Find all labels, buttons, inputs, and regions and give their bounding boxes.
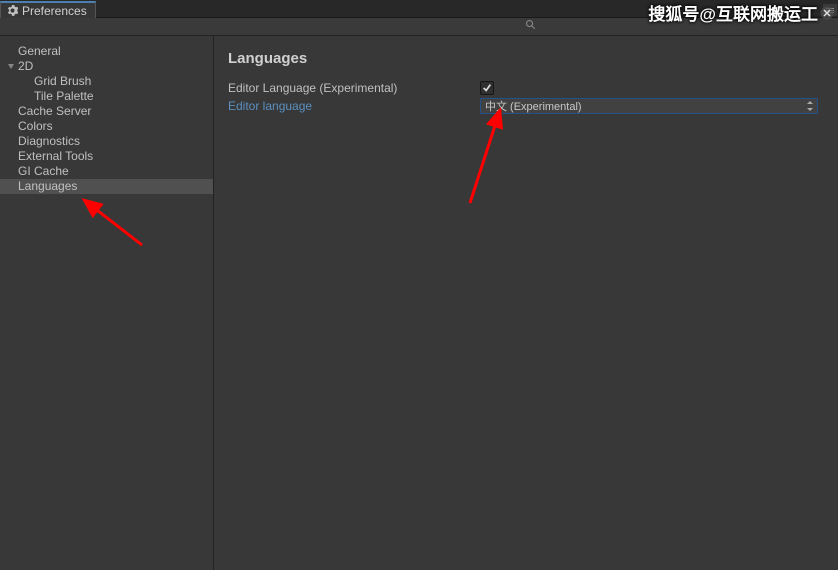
sidebar-item-languages[interactable]: Languages — [0, 179, 213, 194]
checkbox-experimental[interactable] — [480, 81, 494, 95]
dropdown-arrows-icon — [807, 100, 813, 112]
check-icon — [482, 83, 492, 93]
sidebar-item-tile-palette[interactable]: Tile Palette — [0, 89, 213, 104]
label-editor-language[interactable]: Editor language — [228, 99, 480, 113]
main-panel: Languages Editor Language (Experimental)… — [214, 36, 838, 570]
sidebar-item-gi-cache[interactable]: GI Cache — [0, 164, 213, 179]
sidebar-item-cache-server[interactable]: Cache Server — [0, 104, 213, 119]
search-icon — [525, 19, 537, 34]
sidebar-item-grid-brush[interactable]: Grid Brush — [0, 74, 213, 89]
row-experimental: Editor Language (Experimental) — [228, 79, 818, 97]
sidebar-item-2d[interactable]: 2D — [0, 59, 213, 74]
tab-preferences[interactable]: Preferences — [0, 1, 96, 18]
page-heading: Languages — [228, 50, 818, 67]
sidebar-item-colors[interactable]: Colors — [0, 119, 213, 134]
dropdown-editor-language[interactable]: 中文 (Experimental) — [480, 98, 818, 114]
row-editor-language: Editor language 中文 (Experimental) — [228, 97, 818, 115]
sidebar-item-diagnostics[interactable]: Diagnostics — [0, 134, 213, 149]
sidebar: General 2D Grid Brush Tile Palette Cache… — [0, 36, 214, 570]
sidebar-item-general[interactable]: General — [0, 44, 213, 59]
watermark: 搜狐号@互联网搬运工 — [648, 0, 834, 25]
dropdown-value: 中文 (Experimental) — [485, 98, 582, 114]
gear-icon — [7, 5, 18, 16]
close-icon — [820, 6, 834, 20]
chevron-down-icon — [8, 64, 14, 69]
label-editor-language-experimental: Editor Language (Experimental) — [228, 81, 480, 95]
sidebar-item-external-tools[interactable]: External Tools — [0, 149, 213, 164]
tab-label: Preferences — [22, 4, 87, 18]
